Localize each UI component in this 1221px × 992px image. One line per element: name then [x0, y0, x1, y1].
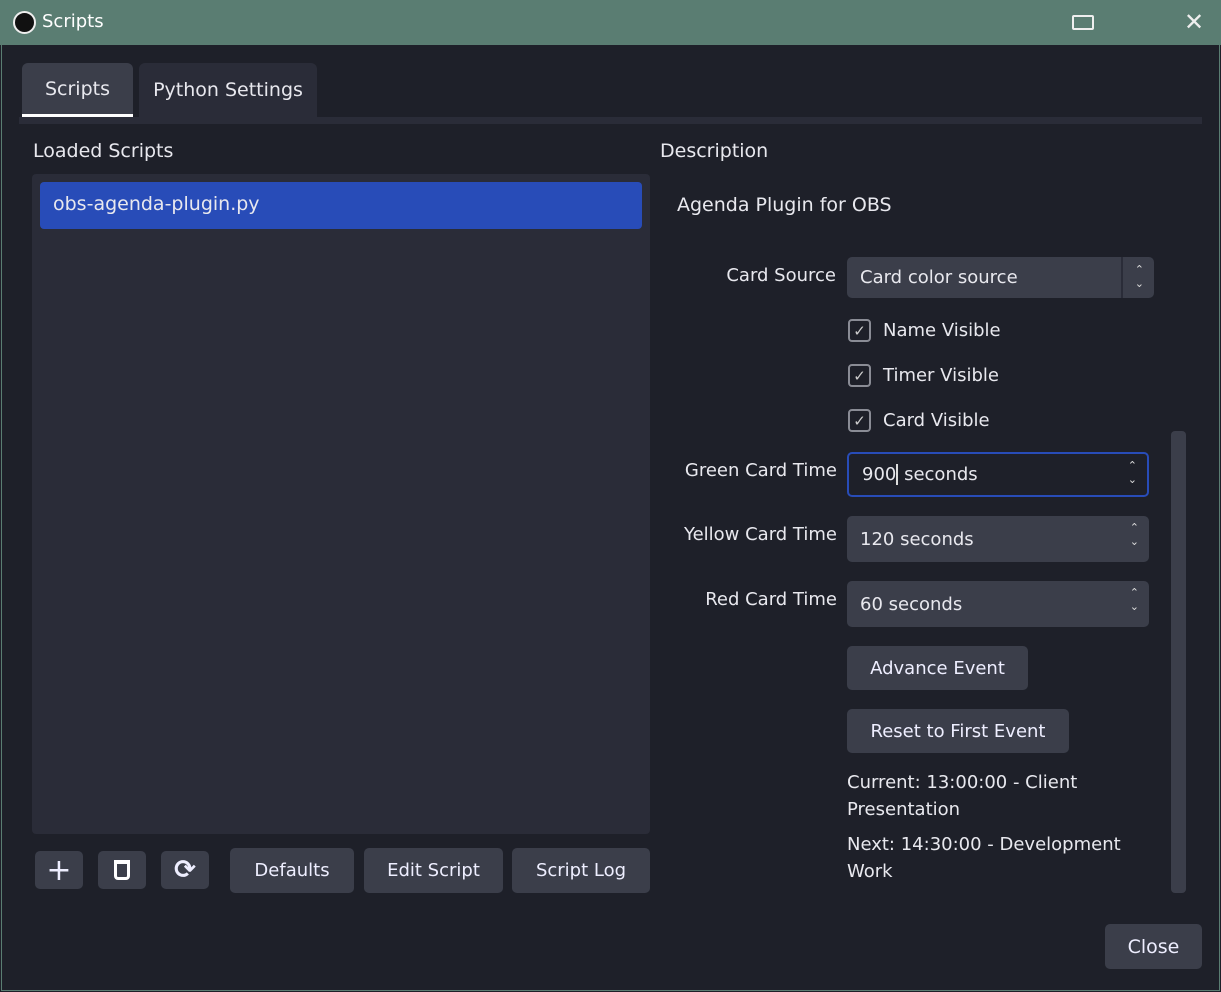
loaded-scripts-header: Loaded Scripts: [33, 140, 174, 162]
window-title: Scripts: [42, 11, 104, 32]
script-log-button[interactable]: Script Log: [512, 848, 650, 893]
reset-first-event-button[interactable]: Reset to First Event: [847, 709, 1069, 753]
next-event-text: Next: 14:30:00 - Development Work: [847, 834, 1121, 882]
description-header: Description: [660, 140, 769, 162]
checkbox-check-icon: ✓: [848, 319, 871, 342]
tab-label: Python Settings: [153, 79, 303, 101]
green-card-time-label: Green Card Time: [684, 460, 837, 481]
restore-icon[interactable]: [1072, 15, 1094, 30]
close-button[interactable]: Close: [1105, 924, 1202, 969]
checkbox-label: Timer Visible: [883, 365, 999, 386]
refresh-icon: ⟳: [174, 855, 196, 885]
close-icon[interactable]: ✕: [1184, 8, 1204, 36]
yellow-card-time-label: Yellow Card Time: [683, 524, 837, 545]
title-bar: Scripts ✕: [0, 0, 1221, 45]
tab-bar-divider: [19, 117, 1202, 124]
plus-icon: +: [46, 852, 72, 888]
spin-arrows-icon[interactable]: ⌃ ⌄: [1130, 521, 1139, 549]
checkbox-label: Name Visible: [883, 320, 1001, 341]
current-event-text: Current: 13:00:00 - Client Presentation: [847, 772, 1078, 820]
checkbox-label: Card Visible: [883, 410, 990, 431]
defaults-button[interactable]: Defaults: [230, 848, 354, 893]
red-value: 60 seconds: [860, 593, 963, 615]
yellow-value: 120 seconds: [860, 528, 974, 550]
trash-icon: [114, 860, 130, 880]
green-suffix: seconds: [898, 464, 978, 485]
card-source-label: Card Source: [726, 265, 836, 286]
card-source-select[interactable]: Card color source ⌃ ⌄: [847, 257, 1154, 298]
checkbox-check-icon: ✓: [848, 364, 871, 387]
scripts-list[interactable]: obs-agenda-plugin.py: [32, 174, 650, 834]
tab-label: Scripts: [44, 77, 110, 100]
obs-logo-icon: [13, 11, 36, 34]
remove-script-button[interactable]: [98, 851, 146, 889]
spin-arrows-icon[interactable]: ⌃ ⌄: [1130, 586, 1139, 614]
red-card-time-input[interactable]: 60 seconds ⌃ ⌄: [847, 581, 1149, 627]
green-value: 900: [862, 464, 899, 485]
green-card-time-input[interactable]: 900 seconds ⌃ ⌄: [847, 452, 1149, 497]
add-script-button[interactable]: +: [35, 851, 83, 889]
name-visible-checkbox[interactable]: ✓ Name Visible: [848, 319, 1001, 342]
red-card-time-label: Red Card Time: [705, 589, 837, 610]
yellow-card-time-input[interactable]: 120 seconds ⌃ ⌄: [847, 516, 1149, 562]
tab-python-settings[interactable]: Python Settings: [139, 63, 317, 117]
list-item[interactable]: obs-agenda-plugin.py: [40, 182, 642, 229]
settings-scrollbar[interactable]: [1171, 431, 1186, 893]
description-text: Agenda Plugin for OBS: [677, 194, 892, 216]
timer-visible-checkbox[interactable]: ✓ Timer Visible: [848, 364, 999, 387]
edit-script-button[interactable]: Edit Script: [364, 848, 503, 893]
list-item-label: obs-agenda-plugin.py: [53, 193, 260, 215]
card-source-value: Card color source: [860, 267, 1018, 288]
advance-event-button[interactable]: Advance Event: [847, 646, 1028, 690]
card-visible-checkbox[interactable]: ✓ Card Visible: [848, 409, 990, 432]
chevron-updown-icon: ⌃ ⌄: [1134, 263, 1144, 290]
reload-script-button[interactable]: ⟳: [161, 851, 209, 889]
spin-arrows-icon[interactable]: ⌃ ⌄: [1128, 459, 1137, 487]
checkbox-check-icon: ✓: [848, 409, 871, 432]
tab-scripts[interactable]: Scripts: [22, 63, 133, 117]
